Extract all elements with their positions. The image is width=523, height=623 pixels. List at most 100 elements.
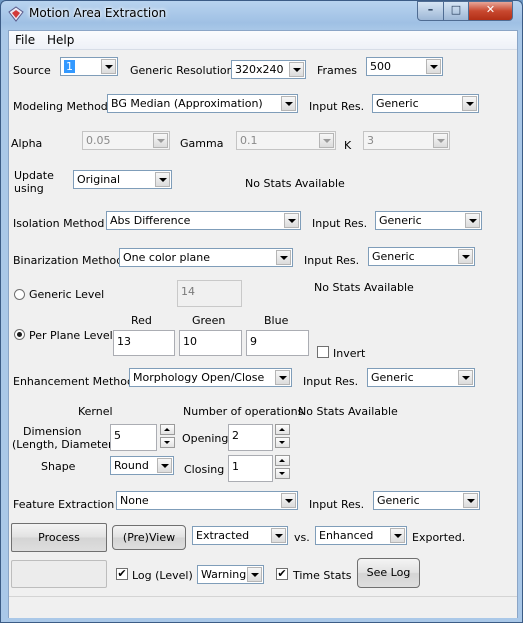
chevron-down-icon[interactable]: [155, 172, 170, 187]
chevron-down-icon[interactable]: [247, 567, 262, 582]
chevron-down-icon[interactable]: [275, 370, 290, 385]
arrow-down-icon: [279, 441, 285, 444]
number-of-operations-label: Number of operations: [183, 405, 304, 418]
feature-input-res-combo[interactable]: Generic: [373, 491, 480, 510]
binarization-method-combo[interactable]: One color plane: [119, 248, 293, 267]
time-stats-checkbox[interactable]: ✔: [276, 568, 288, 580]
view-a-combo[interactable]: Extracted: [192, 526, 288, 545]
chevron-down-icon[interactable]: [390, 528, 405, 543]
isolation-input-res-combo[interactable]: Generic: [375, 211, 482, 230]
chevron-down-icon[interactable]: [426, 59, 441, 74]
alpha-combo[interactable]: 0.05: [82, 131, 170, 150]
menu-help[interactable]: Help: [47, 33, 74, 47]
chevron-down-icon[interactable]: [284, 213, 299, 228]
generic-level-label: Generic Level: [29, 288, 105, 301]
update-using-value: Original: [77, 173, 121, 186]
binarization-method-value: One color plane: [123, 251, 210, 264]
chevron-down-icon[interactable]: [465, 213, 480, 228]
chevron-down-icon[interactable]: [458, 370, 473, 385]
binarization-input-res-combo[interactable]: Generic: [368, 247, 475, 266]
shape-value: Round: [114, 459, 149, 472]
see-log-button[interactable]: See Log: [357, 558, 420, 588]
blue-field[interactable]: 9: [246, 330, 309, 356]
blue-label: Blue: [264, 314, 289, 327]
red-label: Red: [131, 314, 152, 327]
maximize-button[interactable]: □: [443, 1, 469, 21]
enhancement-input-res-combo[interactable]: Generic: [367, 368, 475, 387]
chevron-down-icon[interactable]: [463, 493, 478, 508]
feature-input-res-value: Generic: [377, 494, 420, 507]
update-using-combo[interactable]: Original: [73, 170, 172, 189]
dimension-spin-down[interactable]: [160, 437, 175, 448]
opening-spin-up[interactable]: [275, 424, 290, 435]
enhancement-method-combo[interactable]: Morphology Open/Close: [129, 368, 292, 387]
arrow-down-icon: [279, 472, 285, 475]
title-bar[interactable]: Motion Area Extraction – □ ✕: [1, 1, 522, 29]
feature-extraction-combo[interactable]: None: [116, 491, 298, 510]
source-combo[interactable]: 1: [60, 57, 118, 76]
menu-file[interactable]: File: [15, 33, 35, 47]
chevron-down-icon[interactable]: [101, 59, 116, 74]
chevron-down-icon[interactable]: [271, 528, 286, 543]
view-b-combo[interactable]: Enhanced: [315, 526, 407, 545]
opening-field[interactable]: 2: [228, 424, 273, 451]
feature-extraction-label: Feature Extraction: [13, 498, 115, 511]
chevron-down-icon[interactable]: [458, 249, 473, 264]
dimension-field[interactable]: 5: [110, 424, 157, 451]
log-level-value: Warning: [201, 568, 247, 581]
modeling-method-combo[interactable]: BG Median (Approximation): [107, 94, 298, 113]
feature-extraction-value: None: [120, 494, 149, 507]
green-field[interactable]: 10: [179, 330, 242, 356]
chevron-down-icon[interactable]: [157, 458, 172, 473]
closing-spin-down[interactable]: [275, 468, 290, 479]
modeling-input-res-value: Generic: [376, 97, 419, 110]
generic-level-radio[interactable]: [14, 289, 25, 300]
modeling-input-res-combo[interactable]: Generic: [372, 94, 479, 113]
gamma-combo[interactable]: 0.1: [236, 131, 336, 150]
menu-bar: File Help: [9, 31, 517, 50]
gamma-label: Gamma: [180, 137, 224, 150]
invert-checkbox[interactable]: [317, 346, 329, 358]
chevron-down-icon[interactable]: [289, 62, 304, 77]
chevron-down-icon[interactable]: [433, 133, 448, 148]
per-plane-level-radio[interactable]: [14, 329, 25, 340]
red-field[interactable]: 13: [113, 330, 175, 356]
blank-button[interactable]: [11, 560, 107, 588]
kernel-label: Kernel: [78, 405, 113, 418]
chevron-down-icon[interactable]: [462, 96, 477, 111]
vs-label: vs.: [294, 531, 310, 544]
dimension-spin-up[interactable]: [160, 424, 175, 435]
frames-label: Frames: [317, 64, 358, 77]
minimize-button[interactable]: –: [417, 1, 444, 21]
closing-field[interactable]: 1: [228, 455, 273, 482]
shape-combo[interactable]: Round: [110, 456, 174, 475]
arrow-up-icon: [164, 428, 170, 431]
closing-label: Closing: [184, 463, 225, 476]
chevron-down-icon[interactable]: [319, 133, 334, 148]
green-label: Green: [192, 314, 226, 327]
process-button[interactable]: Process: [11, 523, 107, 552]
chevron-down-icon[interactable]: [281, 96, 296, 111]
generic-resolution-value: 320x240: [235, 63, 284, 76]
client-area: File Help Source 1 Generic Resolution 32…: [8, 30, 518, 618]
isolation-input-res-label: Input Res.: [312, 217, 368, 230]
chevron-down-icon[interactable]: [281, 493, 296, 508]
enhancement-input-res-label: Input Res.: [303, 375, 359, 388]
isolation-method-combo[interactable]: Abs Difference: [106, 211, 301, 230]
chevron-down-icon[interactable]: [276, 250, 291, 265]
arrow-down-icon: [164, 441, 170, 444]
generic-resolution-combo[interactable]: 320x240: [231, 60, 306, 79]
chevron-down-icon[interactable]: [153, 133, 168, 148]
frames-combo[interactable]: 500: [366, 57, 443, 76]
dimension-sublabel: (Length, Diameter): [12, 438, 117, 451]
close-button[interactable]: ✕: [468, 1, 513, 21]
log-level-combo[interactable]: Warning: [197, 565, 264, 584]
generic-level-field[interactable]: 14: [177, 280, 242, 307]
k-combo[interactable]: 3: [363, 131, 450, 150]
opening-spin-down[interactable]: [275, 437, 290, 448]
closing-spin-up[interactable]: [275, 455, 290, 466]
enhancement-input-res-value: Generic: [371, 371, 414, 384]
log-checkbox[interactable]: ✔: [116, 568, 128, 580]
preview-button[interactable]: (Pre)View: [112, 525, 186, 550]
log-level-label: Log (Level): [132, 569, 193, 582]
